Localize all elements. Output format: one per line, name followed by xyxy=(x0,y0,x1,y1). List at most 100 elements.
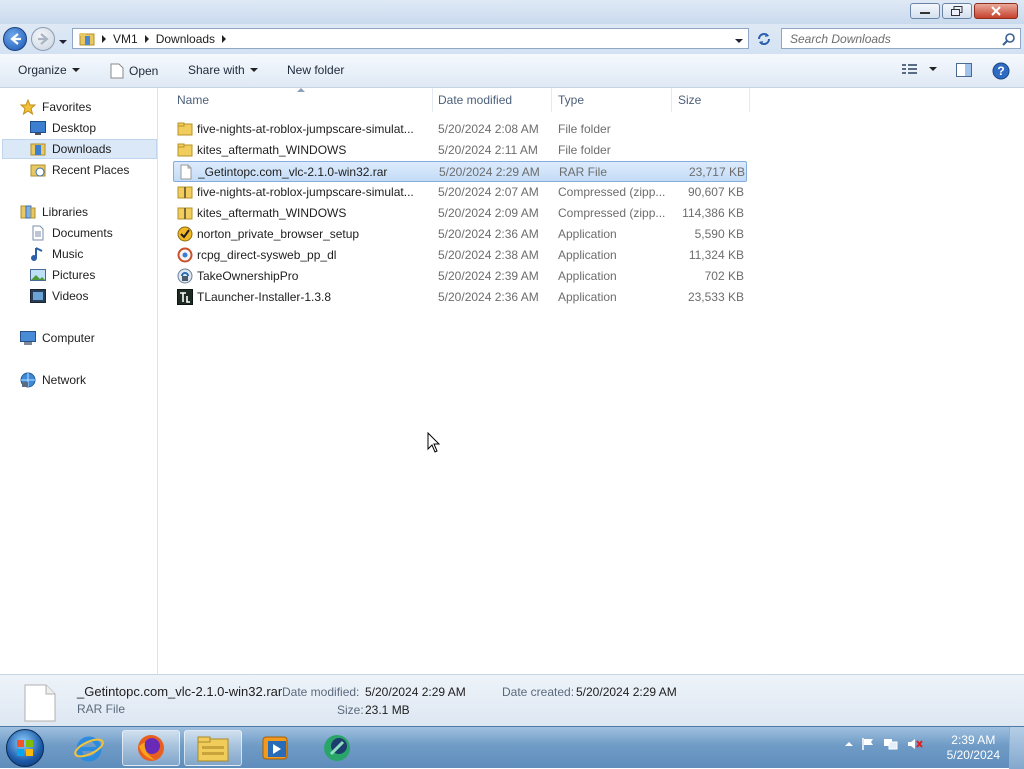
nav-downloads[interactable]: Downloads xyxy=(2,139,157,159)
show-desktop-button[interactable] xyxy=(1009,727,1024,769)
column-header-name[interactable]: Name xyxy=(177,88,433,112)
open-button[interactable]: Open xyxy=(110,63,158,79)
column-header-date-modified[interactable]: Date modified xyxy=(438,88,550,112)
clock-time: 2:39 AM xyxy=(951,733,996,747)
show-hidden-icons-icon[interactable] xyxy=(845,741,853,747)
taskbar-media-player[interactable] xyxy=(246,730,304,766)
volume-muted-icon[interactable] xyxy=(907,737,923,751)
nav-desktop[interactable]: Desktop xyxy=(30,118,96,138)
takeownership-app-icon xyxy=(177,268,193,284)
breadcrumb-vm1[interactable]: VM1 xyxy=(113,32,138,46)
file-row[interactable]: norton_private_browser_setup 5/20/2024 2… xyxy=(173,224,747,245)
close-button[interactable] xyxy=(974,3,1018,19)
file-row[interactable]: TakeOwnershipPro 5/20/2024 2:39 AM Appli… xyxy=(173,266,747,287)
nav-videos[interactable]: Videos xyxy=(30,286,88,306)
documents-icon xyxy=(32,225,44,241)
folder-icon xyxy=(177,143,193,157)
document-icon xyxy=(110,63,124,79)
file-size: 114,386 KB xyxy=(682,206,744,220)
nav-favorites[interactable]: Favorites xyxy=(20,97,91,117)
start-button[interactable] xyxy=(6,729,44,767)
nav-recent-places[interactable]: Recent Places xyxy=(30,160,129,180)
search-box xyxy=(781,28,1021,49)
file-row[interactable]: rcpg_direct-sysweb_pp_dl 5/20/2024 2:38 … xyxy=(173,245,747,266)
preview-pane-button[interactable] xyxy=(956,63,972,77)
new-folder-button[interactable]: New folder xyxy=(287,63,344,77)
details-size-label: Size: xyxy=(337,703,364,717)
file-size: 702 KB xyxy=(704,269,744,283)
close-icon xyxy=(991,6,1001,16)
share-label: Share with xyxy=(188,63,245,77)
change-view-button[interactable] xyxy=(902,63,937,75)
search-icon[interactable] xyxy=(1002,32,1016,49)
file-row[interactable]: kites_aftermath_WINDOWS 5/20/2024 2:11 A… xyxy=(173,140,747,161)
address-history-dropdown[interactable] xyxy=(734,34,744,48)
restore-button[interactable] xyxy=(942,3,972,19)
chevron-down-icon xyxy=(735,39,743,43)
file-name: norton_private_browser_setup xyxy=(197,227,360,241)
forward-button[interactable] xyxy=(31,27,55,51)
taskbar-app-circle[interactable] xyxy=(308,730,366,766)
column-divider[interactable] xyxy=(432,88,433,112)
column-divider[interactable] xyxy=(749,88,750,112)
file-row[interactable]: kites_aftermath_WINDOWS 5/20/2024 2:09 A… xyxy=(173,203,747,224)
navigation-pane: Favorites Desktop Downloads Recent Place… xyxy=(0,88,158,674)
nav-label: Computer xyxy=(42,331,95,345)
chevron-right-icon xyxy=(144,34,149,43)
network-status-icon[interactable] xyxy=(883,737,899,751)
nav-network[interactable]: Network xyxy=(20,370,86,390)
organize-button[interactable]: Organize xyxy=(18,63,80,77)
taskbar-clock[interactable]: 2:39 AM 5/20/2024 xyxy=(947,733,1000,763)
search-input[interactable] xyxy=(788,30,992,47)
nav-music[interactable]: Music xyxy=(30,244,83,264)
share-with-button[interactable]: Share with xyxy=(188,63,258,77)
details-modified-value: 5/20/2024 2:29 AM xyxy=(365,685,466,699)
file-name: kites_aftermath_WINDOWS xyxy=(197,143,347,157)
breadcrumb-downloads[interactable]: Downloads xyxy=(156,32,215,46)
restore-icon xyxy=(951,6,963,16)
file-row-selected[interactable]: _Getintopc.com_vlc-2.1.0-win32.rar 5/20/… xyxy=(173,161,747,182)
action-center-flag-icon[interactable] xyxy=(861,737,875,751)
firefox-icon xyxy=(138,735,164,761)
file-name: TakeOwnershipPro xyxy=(197,269,299,283)
file-list-pane: Name Date modified Type Size five-nights… xyxy=(159,88,1024,674)
file-row[interactable]: five-nights-at-roblox-jumpscare-simulat.… xyxy=(173,119,747,140)
minimize-button[interactable] xyxy=(910,3,940,19)
chevron-right-icon[interactable] xyxy=(221,34,227,43)
new-folder-label: New folder xyxy=(287,63,345,77)
file-date: 5/20/2024 2:07 AM xyxy=(438,185,539,199)
recent-pages-dropdown[interactable] xyxy=(58,35,68,49)
breadcrumb: VM1 Downloads xyxy=(79,31,227,47)
taskbar-internet-explorer[interactable] xyxy=(60,730,118,766)
nav-computer[interactable]: Computer xyxy=(20,328,95,348)
refresh-button[interactable] xyxy=(752,28,776,49)
taskbar-firefox[interactable] xyxy=(122,730,180,766)
svg-text:?: ? xyxy=(997,64,1004,78)
file-row[interactable]: TLauncher-Installer-1.3.8 5/20/2024 2:36… xyxy=(173,287,747,308)
help-button[interactable]: ? xyxy=(992,62,1010,80)
mouse-pointer-icon xyxy=(427,432,441,453)
file-date: 5/20/2024 2:29 AM xyxy=(439,165,540,179)
star-icon xyxy=(20,99,36,115)
minimize-icon xyxy=(920,12,930,14)
nav-label: Music xyxy=(52,247,84,261)
column-name-label: Name xyxy=(177,93,210,107)
column-divider[interactable] xyxy=(551,88,552,112)
column-header-size[interactable]: Size xyxy=(678,88,748,112)
chevron-down-icon xyxy=(71,68,80,72)
file-row[interactable]: five-nights-at-roblox-jumpscare-simulat.… xyxy=(173,182,747,203)
details-size-value: 23.1 MB xyxy=(365,703,410,717)
back-button[interactable] xyxy=(3,27,27,51)
file-size: 11,324 KB xyxy=(688,248,744,262)
column-divider[interactable] xyxy=(671,88,672,112)
file-type: Application xyxy=(558,290,617,304)
file-size: 90,607 KB xyxy=(687,185,744,199)
file-date: 5/20/2024 2:38 AM xyxy=(438,248,539,262)
details-created-value: 5/20/2024 2:29 AM xyxy=(576,685,677,699)
taskbar-windows-explorer[interactable] xyxy=(184,730,242,766)
nav-libraries[interactable]: Libraries xyxy=(20,202,88,222)
nav-pictures[interactable]: Pictures xyxy=(30,265,95,285)
column-header-type[interactable]: Type xyxy=(558,88,670,112)
nav-documents[interactable]: Documents xyxy=(30,223,113,243)
address-bar[interactable]: VM1 Downloads xyxy=(72,28,749,49)
